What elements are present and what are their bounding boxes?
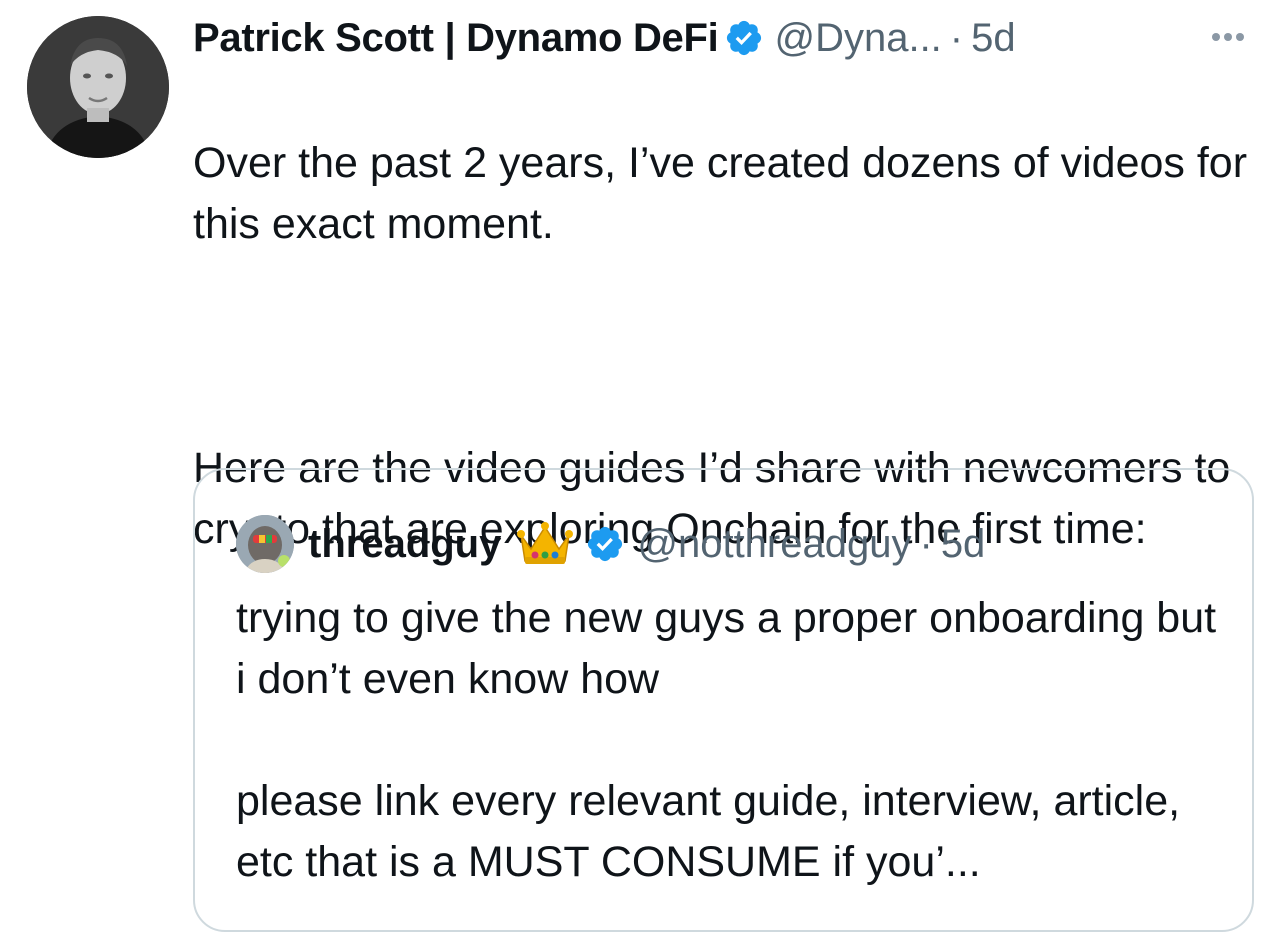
quoted-handle[interactable]: @notthreadguy bbox=[637, 522, 911, 567]
more-options-icon[interactable] bbox=[1200, 22, 1256, 52]
author-display-name[interactable]: Patrick Scott | Dynamo DeFi bbox=[193, 12, 719, 64]
author-avatar[interactable] bbox=[27, 16, 169, 158]
quoted-paragraph: trying to give the new guys a proper onb… bbox=[236, 594, 1217, 703]
verified-badge-icon bbox=[585, 524, 625, 564]
author-handle[interactable]: @Dyna... bbox=[774, 12, 941, 64]
quoted-display-name[interactable]: threadguy bbox=[308, 522, 501, 567]
quoted-timestamp[interactable]: 5d bbox=[941, 522, 986, 567]
quoted-tweet-header: threadguy @notthreadguy · 5d bbox=[236, 515, 986, 573]
tweet[interactable]: Patrick Scott | Dynamo DeFi @Dyna... · 5… bbox=[0, 0, 1284, 951]
quoted-author-avatar[interactable] bbox=[236, 515, 294, 573]
quoted-tweet[interactable]: threadguy @notthreadguy · 5d trying to g… bbox=[193, 468, 1254, 932]
separator-dot: · bbox=[919, 521, 933, 566]
quoted-tweet-body: trying to give the new guys a proper onb… bbox=[236, 588, 1236, 893]
crown-icon bbox=[515, 519, 575, 569]
separator-dot: · bbox=[949, 16, 964, 60]
avatar-photo bbox=[27, 16, 169, 158]
tweet-header: Patrick Scott | Dynamo DeFi @Dyna... · 5… bbox=[193, 12, 1016, 64]
verified-badge-icon bbox=[724, 18, 764, 58]
quoted-paragraph: please link every relevant guide, interv… bbox=[236, 777, 1181, 886]
avatar-photo bbox=[236, 515, 294, 573]
tweet-timestamp[interactable]: 5d bbox=[971, 12, 1016, 64]
tweet-paragraph: Over the past 2 years, I’ve created doze… bbox=[193, 139, 1248, 248]
